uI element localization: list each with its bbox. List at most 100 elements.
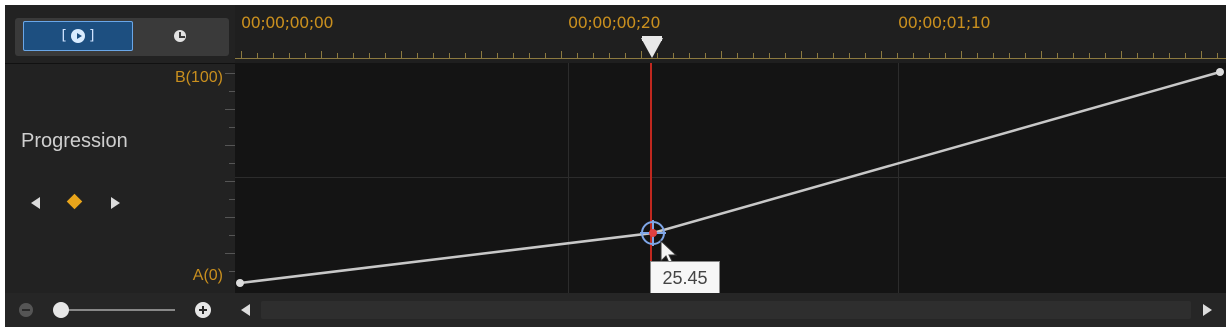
value-tick xyxy=(225,109,235,110)
timecode-label: 00;00;00;20 xyxy=(568,13,661,32)
mode-tabs: [ ] xyxy=(15,18,229,56)
ruler-tick xyxy=(1009,53,1010,58)
scroll-right-icon[interactable] xyxy=(1203,304,1212,316)
value-label-bottom: A(0) xyxy=(192,267,223,284)
ruler-tick xyxy=(977,53,978,58)
ruler-tick xyxy=(1041,51,1042,58)
ruler-tick xyxy=(289,53,290,58)
keyframe-diamond-icon[interactable] xyxy=(66,193,83,210)
ruler-tick xyxy=(721,51,722,58)
play-circle-icon xyxy=(71,29,85,43)
ruler-tick xyxy=(593,53,594,58)
keyframe-editor-panel: [ ] Progression B(100) A(0) 00;00;00;00 … xyxy=(5,5,1226,327)
ruler-tick xyxy=(257,53,258,58)
zoom-slider-track[interactable] xyxy=(57,309,175,311)
bracket-right: ] xyxy=(89,28,95,44)
ruler-tick xyxy=(433,53,434,58)
ruler-tick xyxy=(273,53,274,58)
ruler-tick xyxy=(657,53,658,58)
horizontal-scrollbar[interactable] xyxy=(261,301,1191,319)
ruler-tick xyxy=(881,51,882,58)
keyframe-point[interactable] xyxy=(1216,68,1224,76)
tab-clock-mode[interactable] xyxy=(135,21,225,51)
ruler-tick xyxy=(1153,53,1154,58)
ruler-tick xyxy=(1025,53,1026,58)
ruler-tick xyxy=(1217,53,1218,58)
ruler-tick xyxy=(897,53,898,58)
ruler-tick xyxy=(465,53,466,58)
ruler-tick xyxy=(305,53,306,58)
ruler-tick xyxy=(769,53,770,58)
scroll-left-icon[interactable] xyxy=(241,304,250,316)
ruler-tick xyxy=(577,53,578,58)
ruler-tick xyxy=(1073,53,1074,58)
value-tick xyxy=(225,145,235,146)
ruler-tick xyxy=(913,53,914,58)
value-curve xyxy=(239,70,1221,285)
previous-keyframe-icon[interactable] xyxy=(31,197,40,209)
ruler-tick xyxy=(401,51,402,58)
zoom-slider-knob[interactable] xyxy=(53,302,69,318)
ruler-tick xyxy=(865,53,866,58)
ruler-tick xyxy=(1137,53,1138,58)
ruler-tick xyxy=(609,53,610,58)
ruler-tick xyxy=(449,53,450,58)
zoom-in-icon[interactable] xyxy=(195,302,211,318)
ruler-tick xyxy=(929,53,930,58)
property-column: [ ] Progression B(100) A(0) xyxy=(5,5,235,327)
ruler-tick xyxy=(1057,53,1058,58)
ruler-tick xyxy=(497,53,498,58)
curve-layer xyxy=(236,63,1224,287)
clock-icon xyxy=(174,30,186,42)
ruler-tick xyxy=(753,53,754,58)
ruler-tick xyxy=(1089,53,1090,58)
ruler-tick xyxy=(545,53,546,58)
playhead-marker-icon[interactable] xyxy=(641,38,663,58)
value-tooltip: 25.45 xyxy=(650,261,720,295)
ruler-tick xyxy=(385,53,386,58)
ruler-tick xyxy=(993,53,994,58)
value-tick xyxy=(225,217,235,218)
ruler-tick xyxy=(561,51,562,58)
keyframe-point[interactable] xyxy=(236,279,244,287)
timecode-label: 00;00;00;00 xyxy=(241,13,334,32)
ruler-tick xyxy=(529,53,530,58)
value-label-top: B(100) xyxy=(174,69,223,86)
value-tick xyxy=(225,253,235,254)
ruler-tick xyxy=(241,51,242,58)
ruler-tick xyxy=(321,51,322,58)
ruler-tick xyxy=(961,51,962,58)
bracket-left: [ xyxy=(61,28,67,44)
ruler-tick xyxy=(513,53,514,58)
value-tick xyxy=(225,181,235,182)
ruler-tick xyxy=(1105,53,1106,58)
zoom-out-icon[interactable] xyxy=(19,303,33,317)
ruler-tick xyxy=(1169,53,1170,58)
ruler-tick xyxy=(1185,53,1186,58)
next-keyframe-icon[interactable] xyxy=(111,197,120,209)
property-label: Progression xyxy=(21,130,128,152)
time-ruler[interactable]: 00;00;00;00 00;00;00;20 00;00;01;10 xyxy=(235,5,1226,63)
timecode-label: 00;00;01;10 xyxy=(898,13,991,32)
ruler-tick xyxy=(801,51,802,58)
ruler-tick xyxy=(353,53,354,58)
ruler-tick xyxy=(737,53,738,58)
ruler-tick xyxy=(705,53,706,58)
value-ruler: B(100) A(0) xyxy=(145,63,235,293)
ruler-baseline xyxy=(235,58,1226,59)
ruler-tick xyxy=(817,53,818,58)
ruler-tick xyxy=(1201,51,1202,58)
ruler-tick xyxy=(337,53,338,58)
ruler-tick xyxy=(849,53,850,58)
ruler-tick xyxy=(945,53,946,58)
tab-keyframe-mode[interactable]: [ ] xyxy=(23,21,133,51)
keyframe-navigator xyxy=(27,193,147,213)
ruler-tick xyxy=(641,51,642,58)
ruler-tick xyxy=(1121,51,1122,58)
value-tick xyxy=(225,73,235,74)
ruler-tick xyxy=(673,53,674,58)
ruler-tick xyxy=(625,53,626,58)
keyframe-graph[interactable]: 25.45 xyxy=(235,63,1226,295)
ruler-tick xyxy=(833,53,834,58)
bottom-bar xyxy=(5,293,1226,327)
